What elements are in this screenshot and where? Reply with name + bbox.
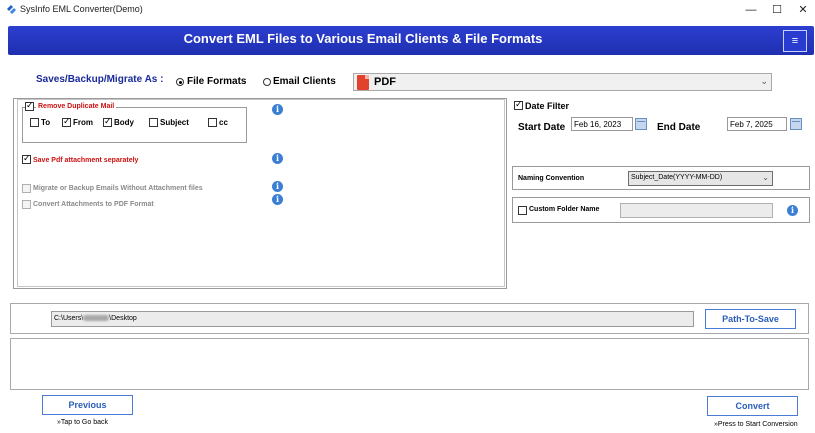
- info-icon[interactable]: i: [272, 181, 283, 192]
- format-value: PDF: [374, 76, 396, 88]
- save-path-prefix: C:\Users\: [54, 315, 84, 322]
- window-title: SysInfo EML Converter(Demo): [20, 4, 143, 14]
- file-formats-radio[interactable]: [176, 78, 184, 86]
- field-cc-label: cc: [219, 118, 228, 127]
- field-to-checkbox[interactable]: [30, 118, 39, 127]
- start-date-label: Start Date: [518, 122, 566, 133]
- log-area: [10, 338, 809, 390]
- calendar-icon[interactable]: [790, 118, 802, 130]
- convert-attach-pdf-checkbox[interactable]: [22, 200, 31, 209]
- chevron-down-icon: ⌄: [762, 173, 769, 182]
- custom-folder-checkbox[interactable]: [518, 206, 527, 215]
- migrate-without-attach-label: Migrate or Backup Emails Without Attachm…: [33, 185, 203, 192]
- save-pdf-attach-label[interactable]: Save Pdf attachment separately: [33, 157, 138, 164]
- field-body-label: Body: [114, 118, 134, 127]
- start-date-field[interactable]: Feb 16, 2023: [571, 117, 633, 131]
- minimize-icon[interactable]: —: [738, 0, 764, 20]
- custom-folder-label[interactable]: Custom Folder Name: [529, 206, 599, 213]
- field-from-checkbox[interactable]: [62, 116, 71, 127]
- save-as-label: Saves/Backup/Migrate As :: [36, 74, 164, 85]
- title-bar: SysInfo EML Converter(Demo) — ☐ ✕: [0, 0, 815, 20]
- chevron-down-icon: ⌄: [760, 76, 768, 86]
- naming-convention-label: Naming Convention: [518, 175, 585, 182]
- maximize-icon[interactable]: ☐: [764, 0, 790, 20]
- info-icon[interactable]: i: [272, 194, 283, 205]
- field-to-label: To: [41, 118, 51, 127]
- app-logo-icon: [7, 5, 16, 14]
- date-filter-label[interactable]: Date Filter: [525, 101, 569, 111]
- convert-attach-pdf-label: Convert Attachments to PDF Format: [33, 201, 154, 208]
- save-pdf-attach-checkbox[interactable]: [22, 153, 31, 164]
- convert-hint: »Press to Start Conversion: [714, 421, 798, 428]
- date-filter-checkbox[interactable]: [514, 99, 523, 110]
- field-from-label: From: [73, 118, 93, 127]
- header-banner: Convert EML Files to Various Email Clien…: [8, 26, 814, 55]
- save-path-suffix: \Desktop: [109, 315, 137, 322]
- field-subject-checkbox[interactable]: [149, 118, 158, 127]
- naming-convention-dropdown[interactable]: Subject_Date(YYYY-MM-DD) ⌄: [628, 171, 773, 186]
- pdf-file-icon: [357, 75, 369, 90]
- info-icon[interactable]: i: [787, 205, 798, 216]
- field-body-checkbox[interactable]: [103, 116, 112, 127]
- remove-duplicate-checkbox[interactable]: [25, 100, 34, 111]
- info-icon[interactable]: i: [272, 104, 283, 115]
- banner-title: Convert EML Files to Various Email Clien…: [183, 31, 543, 46]
- naming-convention-value: Subject_Date(YYYY-MM-DD): [631, 174, 723, 181]
- convert-button[interactable]: Convert: [707, 396, 798, 416]
- email-clients-radio[interactable]: [263, 78, 271, 86]
- save-path-field[interactable]: C:\Users\ \Desktop: [51, 311, 694, 327]
- path-to-save-button[interactable]: Path-To-Save: [705, 309, 796, 329]
- calendar-icon[interactable]: [635, 118, 647, 130]
- migrate-without-attach-checkbox[interactable]: [22, 184, 31, 193]
- field-subject-label: Subject: [160, 118, 189, 127]
- end-date-field[interactable]: Feb 7, 2025: [727, 117, 787, 131]
- previous-button[interactable]: Previous: [42, 395, 133, 415]
- close-icon[interactable]: ✕: [790, 0, 815, 20]
- custom-folder-input[interactable]: [620, 203, 773, 218]
- field-cc-checkbox[interactable]: [208, 118, 217, 127]
- previous-hint: »Tap to Go back: [57, 419, 108, 426]
- info-icon[interactable]: i: [272, 153, 283, 164]
- end-date-label: End Date: [657, 122, 701, 133]
- file-formats-label[interactable]: File Formats: [187, 76, 246, 87]
- remove-duplicate-label[interactable]: Remove Duplicate Mail: [36, 103, 117, 110]
- email-clients-label[interactable]: Email Clients: [273, 76, 336, 87]
- menu-icon[interactable]: ≡: [783, 30, 807, 52]
- redacted-username: [83, 315, 110, 322]
- format-dropdown[interactable]: PDF ⌄: [353, 73, 772, 91]
